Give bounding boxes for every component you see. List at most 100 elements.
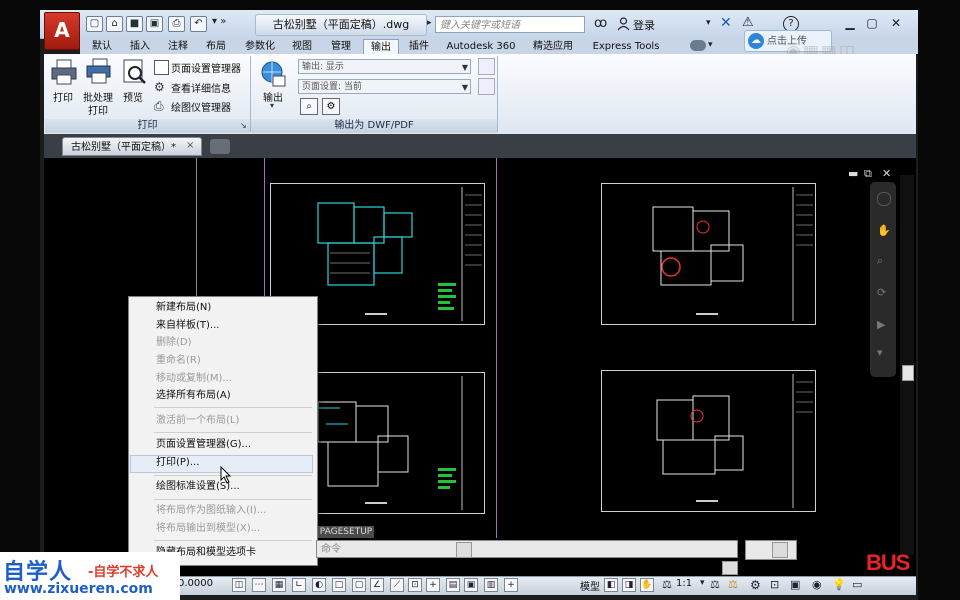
navigation-bar[interactable] (870, 182, 896, 377)
menu-item-move-copy[interactable]: 移动或复制(M)... (156, 370, 232, 387)
snap-mode-icon[interactable]: ⋯ (252, 578, 266, 592)
pan-icon[interactable]: ✋ (877, 224, 891, 237)
object-snap-tracking-icon[interactable]: ∠ (370, 578, 384, 592)
menu-item-rename[interactable]: 重命名(R) (156, 352, 201, 369)
print-icon[interactable] (50, 58, 78, 86)
export-dropdown-icon[interactable]: ▾ (270, 101, 274, 110)
horizontal-scroll-thumb[interactable] (722, 561, 738, 575)
page-setup-override-icon[interactable] (478, 78, 495, 95)
annotation-scale-value[interactable]: 1:1 (676, 578, 692, 589)
page-setup-manager-button[interactable]: 页面设置管理器 (171, 60, 241, 75)
isolate-objects-icon[interactable]: ◉ (812, 578, 822, 591)
tab-view[interactable]: 视图 (287, 39, 317, 54)
ortho-mode-icon[interactable]: ∟ (292, 578, 306, 592)
tab-default[interactable]: 默认 (86, 39, 118, 54)
preview-icon[interactable] (120, 58, 148, 86)
document-tab[interactable]: 古松别墅（平面定稿）* (62, 137, 202, 156)
dynamic-input-icon[interactable]: ⊡ (408, 578, 422, 592)
viewport-close-icon[interactable]: ✕ (882, 167, 891, 180)
quick-view-drawings-icon[interactable]: ◨ (622, 578, 636, 592)
lock-icon[interactable]: ⊡ (770, 578, 779, 591)
scale-dropdown-icon[interactable]: ▾ (700, 578, 705, 588)
print-quick-icon[interactable]: ⎙ (168, 16, 185, 32)
tab-autodesk-360[interactable]: Autodesk 360 (441, 39, 521, 54)
tab-insert[interactable]: 插入 (124, 39, 156, 54)
panel-launcher-icon[interactable]: ↘ (240, 121, 247, 130)
steering-wheel-icon[interactable] (877, 192, 891, 206)
menu-item-export-layout-to-model[interactable]: 将布局输出到模型(X)... (156, 520, 260, 537)
print-button[interactable]: 打印 (48, 89, 78, 104)
minimize-button[interactable]: ▁ (840, 15, 860, 31)
qat-more-icon[interactable]: ▾ » (212, 16, 226, 27)
menu-item-activate-previous[interactable]: 激活前一个布局(L) (156, 412, 239, 429)
quick-properties-icon[interactable]: ▣ (464, 578, 478, 592)
page-setup-combo[interactable]: 页面设置: 当前 ▼ (298, 79, 471, 94)
menu-item-delete[interactable]: 删除(D) (156, 334, 192, 351)
polar-tracking-icon[interactable]: ◐ (312, 578, 326, 592)
export-globe-icon[interactable] (259, 60, 287, 88)
batch-plot-label-2[interactable]: 打印 (80, 102, 116, 117)
tab-plugins[interactable]: 插件 (402, 39, 436, 54)
tab-express-tools[interactable]: Express Tools (586, 39, 666, 54)
annotation-monitor-icon[interactable]: + (504, 578, 518, 592)
tab-layout[interactable]: 布局 (200, 39, 232, 54)
showmotion-icon[interactable]: ▶ (877, 318, 885, 331)
preview-button[interactable]: 预览 (118, 89, 148, 104)
menu-item-from-template[interactable]: 来自样板(T)... (156, 317, 219, 334)
document-tab-close-icon[interactable]: × (186, 140, 194, 151)
ribbon-minimize-icon[interactable] (690, 40, 706, 51)
3d-osnap-icon[interactable]: ▢ (352, 578, 366, 592)
quick-view-layouts-icon[interactable]: ◧ (604, 578, 618, 592)
binoculars-icon[interactable]: ꝏ (594, 16, 607, 31)
open-file-icon[interactable]: ⌂ (106, 16, 123, 32)
tab-parametric[interactable]: 参数化 (238, 39, 282, 54)
application-menu-button[interactable]: A (44, 12, 80, 50)
transparency-icon[interactable]: ▤ (446, 578, 460, 592)
login-dropdown-icon[interactable]: ▾ (706, 18, 711, 28)
batch-plot-icon[interactable] (84, 58, 112, 86)
export-settings-icon[interactable] (478, 58, 495, 75)
model-space-button[interactable]: 模型 (580, 578, 600, 593)
dynamic-ucs-icon[interactable]: ⟋ (390, 578, 404, 592)
annotation-scale-icon[interactable]: ⚖ (662, 578, 672, 591)
viewport-minimize-icon[interactable]: ▬ (848, 167, 858, 180)
lineweight-icon[interactable]: + (426, 578, 440, 592)
view-details-button[interactable]: 查看详细信息 (171, 80, 231, 95)
workspace-gear-icon[interactable]: ⚙ (750, 578, 761, 592)
menu-item-page-setup-manager[interactable]: 页面设置管理器(G)... (156, 436, 251, 453)
nav-options-icon[interactable]: ▾ (877, 346, 883, 359)
export-options-icon[interactable]: ⚙ (322, 98, 340, 115)
tab-manage[interactable]: 管理 (324, 39, 358, 54)
ribbon-options-icon[interactable]: ▾ (708, 40, 713, 50)
search-expand-icon[interactable]: ▸ (427, 18, 432, 28)
search-input[interactable]: 键入关键字或短语 (435, 16, 585, 33)
command-history-icon[interactable] (456, 542, 472, 558)
auto-scale-icon[interactable]: ⚖ (728, 578, 738, 591)
close-button[interactable]: ✕ (886, 15, 906, 31)
tools-icon[interactable]: ⚠ (742, 15, 754, 30)
zoom-icon[interactable]: ⌕ (877, 254, 883, 268)
grid-display-icon[interactable]: ▦ (272, 578, 286, 592)
clean-screen-icon[interactable]: ▭ (852, 578, 862, 591)
object-snap-icon[interactable]: □ (332, 578, 346, 592)
new-tab-button[interactable] (210, 139, 230, 154)
selection-cycling-icon[interactable]: ▥ (484, 578, 498, 592)
infer-constraints-icon[interactable]: ◫ (232, 578, 246, 592)
bulb-icon[interactable]: 💡 (832, 578, 846, 591)
orbit-icon[interactable]: ⟳ (877, 286, 886, 299)
preview-export-icon[interactable]: ⌕ (300, 98, 318, 115)
menu-item-select-all-layouts[interactable]: 选择所有布局(A) (156, 387, 231, 404)
save-as-icon[interactable]: ▣ (146, 16, 163, 32)
pan-status-icon[interactable]: ✋ (640, 578, 654, 592)
viewport-restore-icon[interactable]: ⧉ (864, 167, 872, 181)
login-button[interactable]: 登录 (633, 17, 655, 33)
menu-item-import-layout-as-sheet[interactable]: 将布局作为图纸输入(I)... (156, 502, 266, 519)
tab-output[interactable]: 输出 (363, 39, 399, 55)
menu-item-plot[interactable]: 打印(P)... (156, 454, 199, 471)
command-options-icon[interactable] (772, 542, 788, 558)
tab-featured-apps[interactable]: 精选应用 (527, 39, 579, 54)
command-line-input[interactable]: 命令 (316, 540, 738, 558)
maximize-button[interactable]: ▢ (862, 15, 882, 31)
menu-item-new-layout[interactable]: 新建布局(N) (156, 299, 211, 316)
scrollbar-thumb[interactable] (902, 365, 914, 381)
